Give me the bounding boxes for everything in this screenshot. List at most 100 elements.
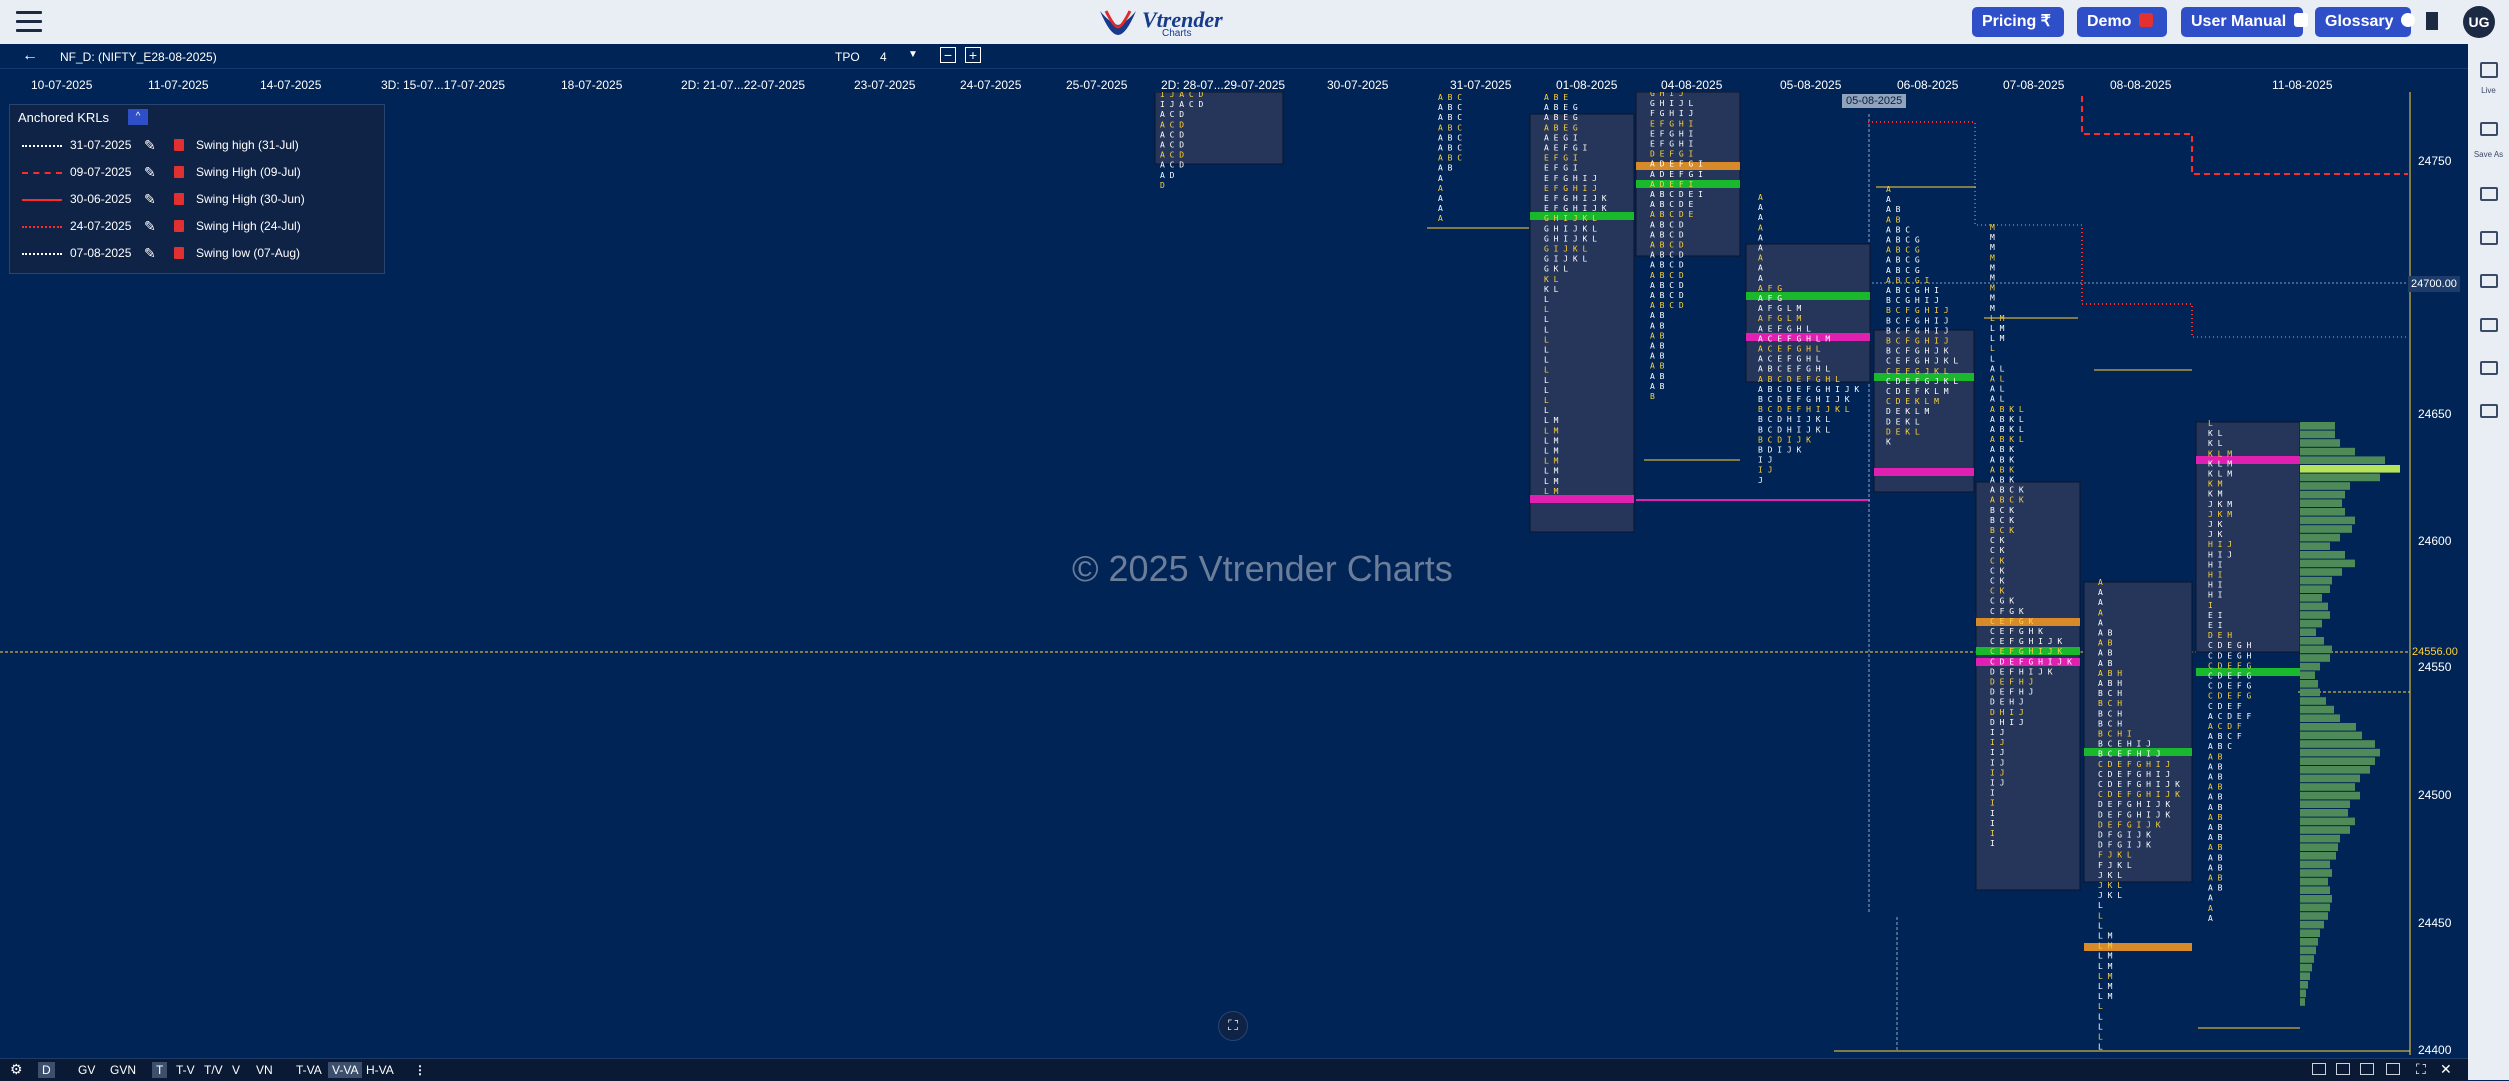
- view-vn-button[interactable]: VN: [252, 1062, 277, 1078]
- view-h-va-button[interactable]: H-VA: [362, 1062, 398, 1078]
- tpo-size-select[interactable]: 4: [880, 50, 887, 64]
- view-gvn-button[interactable]: GVN: [106, 1062, 140, 1078]
- view-t-va-button[interactable]: T-VA: [292, 1062, 326, 1078]
- date-label: 25-07-2025: [1066, 78, 1128, 92]
- pencil-icon[interactable]: ✎: [144, 137, 156, 154]
- tpo-row: C D E F: [2208, 702, 2242, 711]
- volume-bar: [2300, 860, 2330, 869]
- trash-icon[interactable]: [174, 247, 184, 259]
- glossary-button[interactable]: Glossary: [2315, 7, 2416, 37]
- pencil-icon[interactable]: ✎: [144, 164, 156, 181]
- line-chart-icon[interactable]: [2336, 1063, 2350, 1075]
- tpo-profile-p-0608[interactable]: AAA BA BA B CA B C GA B C GA B C GA B C …: [1873, 185, 1975, 493]
- pencil-icon[interactable]: ✎: [144, 245, 156, 262]
- caret-down-icon[interactable]: ▼: [908, 49, 918, 60]
- more-icon[interactable]: ⋮: [410, 1062, 430, 1078]
- menu-icon[interactable]: [16, 11, 42, 33]
- bookmark-icon[interactable]: [2426, 12, 2438, 30]
- tpo-profile-p-0408[interactable]: G H I JG H I J LF G H I JE F G H IE F G …: [1635, 89, 1741, 401]
- close-icon[interactable]: ✕: [2436, 1060, 2456, 1079]
- save-as-icon[interactable]: [2480, 122, 2498, 136]
- tpo-profile-p-2807[interactable]: I J A C DI J A C DA C DA C DA C DA C DA …: [1154, 90, 1284, 190]
- volume-bar: [2300, 422, 2335, 430]
- tpo-row: A: [1886, 195, 1891, 204]
- date-label: 08-08-2025: [2110, 78, 2172, 92]
- tpo-profile-p-1108[interactable]: LK LK LK L MK L MK L MK MK MJ K MJ K MJ …: [2195, 419, 2301, 923]
- volume-bar: [2300, 946, 2316, 955]
- volume-bar: [2300, 757, 2375, 765]
- trash-icon[interactable]: [174, 193, 184, 205]
- volume-bar: [2300, 525, 2352, 533]
- volume-bar: [2300, 490, 2345, 499]
- panel-icon[interactable]: [2386, 1063, 2400, 1075]
- date-label: 24-07-2025: [960, 78, 1022, 92]
- view-t-slash-v-button[interactable]: T/V: [200, 1062, 227, 1078]
- zoom-out-button[interactable]: −: [940, 47, 956, 63]
- tpo-row: A B K L: [1990, 425, 2024, 434]
- columns-icon[interactable]: [2480, 361, 2498, 375]
- volume-bar: [2300, 576, 2332, 585]
- tpo-row: L: [2098, 1002, 2103, 1011]
- price-tick: 24450: [2418, 916, 2452, 930]
- logo-subtext: Charts: [1162, 28, 1192, 39]
- table-icon[interactable]: [2312, 1063, 2326, 1075]
- symbol-label: NF_D: (NIFTY_E28-08-2025): [60, 50, 217, 64]
- tpo-profile-p-3107[interactable]: A B CA B CA B CA B CA B CA B CA B CA BAA…: [1438, 93, 1462, 223]
- view-gv-button[interactable]: GV: [74, 1062, 99, 1078]
- tpo-profile-p-0108[interactable]: A B EA B E GA B E GA B E GA E G IA E F G…: [1529, 93, 1635, 533]
- tpo-profile-p-0508[interactable]: AAAAAAAAAA F GA F GA F G L MA F G L MA E…: [1745, 193, 1871, 485]
- collapse-button[interactable]: ^: [128, 109, 148, 125]
- volume-bar: [2300, 903, 2330, 912]
- tpo-profile-p-0808[interactable]: AAAAAA BA BA BA BA B HA B HB C HB C HB C…: [2083, 578, 2193, 1052]
- view-v-va-button[interactable]: V-VA: [328, 1062, 363, 1078]
- view-t-v-button[interactable]: T-V: [172, 1062, 199, 1078]
- user-manual-button[interactable]: User Manual: [2181, 7, 2309, 37]
- zoom-in-button[interactable]: +: [965, 47, 981, 63]
- trash-icon[interactable]: [174, 166, 184, 178]
- tpo-row: K L M: [2208, 459, 2232, 468]
- pencil-icon[interactable]: ✎: [144, 191, 156, 208]
- view-d-button[interactable]: D: [38, 1062, 55, 1078]
- tpo-profile-p-0708[interactable]: MMMMMMMMML ML ML MLLA LA LA LA LA B K LA…: [1975, 223, 2081, 891]
- tiles-icon[interactable]: [2480, 404, 2498, 418]
- tpo-row: A B C: [1438, 113, 1462, 122]
- volume-bar: [2300, 989, 2306, 998]
- fullscreen-icon[interactable]: ⛶: [1218, 1011, 1248, 1041]
- tpo-row: G H I J K L: [1544, 224, 1597, 233]
- expand-icon[interactable]: ⛶: [2412, 1060, 2430, 1079]
- trash-icon[interactable]: [174, 139, 184, 151]
- tpo-row: A B: [2098, 659, 2113, 668]
- krl-line-sample: [22, 145, 62, 147]
- layout-icon[interactable]: [2360, 1063, 2374, 1075]
- view-v-button[interactable]: V: [228, 1062, 244, 1078]
- tpo-row: M: [1990, 243, 1995, 252]
- vtrender-logo[interactable]: Vtrender Charts: [1096, 3, 1223, 41]
- avatar[interactable]: UG: [2463, 6, 2495, 38]
- tpo-row: A: [1758, 223, 1763, 232]
- settings-icon[interactable]: ⚙: [6, 1060, 27, 1079]
- live-icon[interactable]: [2480, 62, 2498, 78]
- pencil-icon[interactable]: ✎: [144, 218, 156, 235]
- pricing-button[interactable]: Pricing ₹: [1972, 7, 2064, 37]
- info-icon: [2401, 13, 2416, 27]
- tpo-row: C E F G H J K L: [1886, 357, 1958, 366]
- back-arrow-icon[interactable]: ←: [22, 48, 38, 64]
- box-icon[interactable]: [2480, 187, 2498, 201]
- volume-bar: [2300, 568, 2342, 576]
- tpo-row: H I J: [2208, 540, 2232, 549]
- volume-bar: [2300, 645, 2332, 654]
- view-t-button[interactable]: T: [152, 1062, 168, 1078]
- volume-bar: [2300, 482, 2350, 490]
- demo-button[interactable]: Demo: [2077, 7, 2167, 37]
- grid-icon[interactable]: [2480, 318, 2498, 332]
- volume-bar: [2300, 912, 2328, 920]
- trash-icon[interactable]: [174, 220, 184, 232]
- volume-bar: [2300, 963, 2312, 972]
- list-icon[interactable]: [2480, 231, 2498, 245]
- rows-icon[interactable]: [2480, 274, 2498, 288]
- tpo-row: B C F G H I J: [1886, 337, 1949, 346]
- tpo-row: L: [1544, 376, 1549, 385]
- tpo-row: B C F G H J K: [1886, 347, 1949, 356]
- tpo-row: B: [1650, 392, 1655, 401]
- volume-bar: [2300, 920, 2324, 929]
